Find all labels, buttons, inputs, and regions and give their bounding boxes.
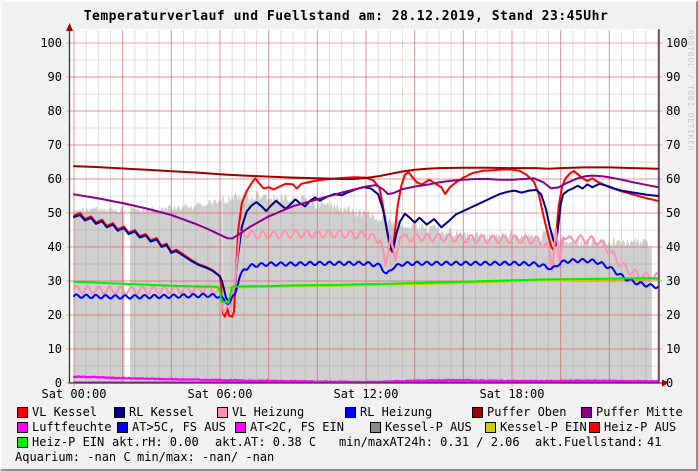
- y-tick-label-right: 50: [666, 206, 698, 220]
- legend-swatch-icon: [472, 407, 483, 418]
- legend-swatch-icon: [17, 437, 28, 448]
- y-tick-label-left: 80: [28, 104, 62, 118]
- legend-label: AT>5C, FS AUS: [132, 421, 226, 434]
- legend-text: min/max: -nan/ -nan: [137, 451, 274, 464]
- rrdtool-watermark: RRDTOOL / TOBI OETIKER: [686, 30, 695, 151]
- legend-swatch-icon: [589, 422, 600, 433]
- y-tick-label-left: 20: [28, 308, 62, 322]
- legend-label: Luftfeuchte: [32, 421, 111, 434]
- legend-text: Aquarium: -nan C: [15, 451, 131, 464]
- y-tick-label-left: 70: [28, 138, 62, 152]
- y-tick-label-right: 10: [666, 342, 698, 356]
- legend-text: akt.rH: 0.00: [112, 436, 199, 449]
- y-tick-label-right: 0: [666, 376, 698, 390]
- legend-label: VL Kessel: [32, 406, 97, 419]
- legend-swatch-icon: [235, 422, 246, 433]
- legend-swatch-icon: [370, 422, 381, 433]
- y-tick-label-left: 30: [28, 274, 62, 288]
- legend-swatch-icon: [17, 422, 28, 433]
- area-kessel-p-aus: [74, 207, 125, 383]
- legend-label: Kessel-P AUS: [385, 421, 472, 434]
- y-tick-label-right: 30: [666, 274, 698, 288]
- legend-swatch-icon: [217, 407, 228, 418]
- y-tick-label-right: 20: [666, 308, 698, 322]
- y-tick-label-left: 50: [28, 206, 62, 220]
- legend-label: Puffer Oben: [487, 406, 566, 419]
- legend-label: VL Heizung: [232, 406, 304, 419]
- legend-swatch-icon: [117, 422, 128, 433]
- x-tick-label: Sat 00:00: [29, 387, 119, 401]
- legend-text: min/maxAT24h: 0.31 / 2.06: [339, 436, 520, 449]
- legend-swatch-icon: [581, 407, 592, 418]
- y-axis-arrow-icon: [66, 23, 73, 31]
- legend-label: Kessel-P EIN: [500, 421, 587, 434]
- chart-plot: [2, 2, 696, 402]
- y-tick-label-left: 100: [28, 36, 62, 50]
- legend-label: Puffer Mitte: [596, 406, 683, 419]
- y-tick-label-left: 40: [28, 240, 62, 254]
- legend-label: Heiz-P AUS: [604, 421, 676, 434]
- legend-text: 41: [647, 436, 661, 449]
- area-kessel-p-aus: [130, 199, 222, 383]
- y-tick-label-left: 90: [28, 70, 62, 84]
- y-tick-label-left: 10: [28, 342, 62, 356]
- x-tick-label: Sat 06:00: [175, 387, 265, 401]
- rrdtool-graph: Temperaturverlauf und Fuellstand am: 28.…: [0, 0, 698, 471]
- legend-text: akt.AT: 0.38 C: [215, 436, 316, 449]
- legend-text: akt.Fuellstand:: [535, 436, 643, 449]
- y-tick-label-right: 40: [666, 240, 698, 254]
- legend-label: Heiz-P EIN: [32, 436, 104, 449]
- legend-swatch-icon: [17, 407, 28, 418]
- legend-label: AT<2C, FS EIN: [250, 421, 344, 434]
- legend-swatch-icon: [345, 407, 356, 418]
- y-tick-label-right: 60: [666, 172, 698, 186]
- legend-swatch-icon: [485, 422, 496, 433]
- legend-label: RL Kessel: [129, 406, 194, 419]
- legend-label: RL Heizung: [360, 406, 432, 419]
- y-tick-label-left: 60: [28, 172, 62, 186]
- x-tick-label: Sat 12:00: [321, 387, 411, 401]
- x-tick-label: Sat 18:00: [467, 387, 557, 401]
- legend-swatch-icon: [114, 407, 125, 418]
